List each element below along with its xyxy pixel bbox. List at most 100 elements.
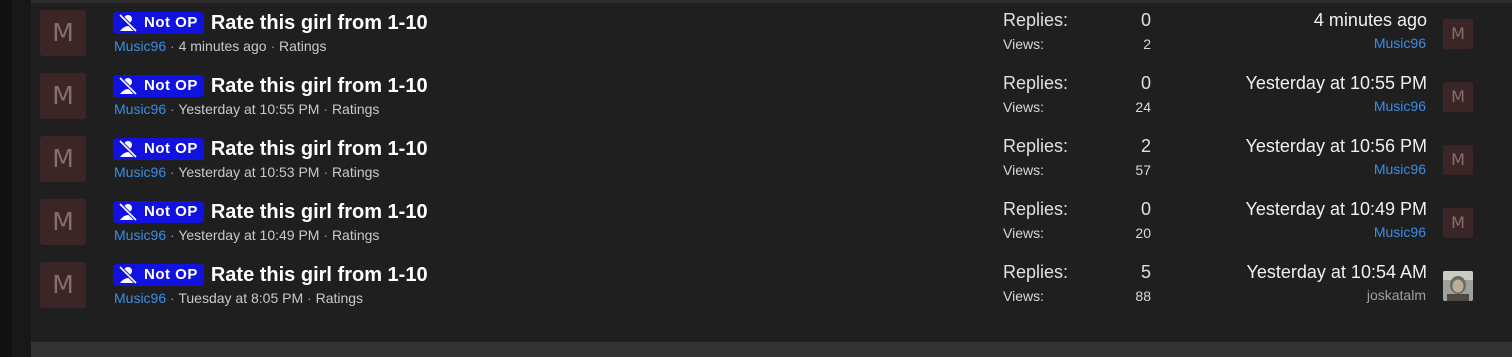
thread-title-link[interactable]: Rate this girl from 1-10	[211, 12, 428, 34]
last-poster-link[interactable]: Music96	[1374, 224, 1426, 240]
thread-title-line: Not OP Rate this girl from 1-10	[113, 75, 428, 101]
forum-link[interactable]: Ratings	[279, 38, 326, 54]
last-poster-avatar[interactable]: M	[1443, 19, 1473, 49]
replies-label: Replies:	[1003, 73, 1069, 93]
replies-count: 2	[1140, 136, 1151, 156]
views-label: Views:	[1003, 36, 1044, 52]
badge-label: Not OP	[144, 140, 198, 157]
separator: ·	[170, 164, 175, 180]
thread-meta: Music96 · Tuesday at 8:05 PM · Ratings	[114, 290, 363, 306]
author-link[interactable]: Music96	[114, 290, 166, 306]
forum-link[interactable]: Ratings	[316, 290, 363, 306]
separator: ·	[307, 290, 312, 306]
left-gutter	[0, 0, 12, 357]
last-post-time[interactable]: Yesterday at 10:49 PM	[1246, 199, 1427, 220]
thread-row: M Not OP Rate this girl from 1-10 Music9…	[31, 9, 1512, 72]
views-count: 88	[1135, 288, 1151, 304]
replies-label: Replies:	[1003, 199, 1069, 219]
posted-time[interactable]: Yesterday at 10:55 PM	[178, 101, 319, 117]
badge-label: Not OP	[144, 266, 198, 283]
last-poster-link[interactable]: Music96	[1374, 161, 1426, 177]
last-poster-avatar[interactable]: M	[1443, 145, 1473, 175]
last-poster-avatar[interactable]	[1443, 271, 1473, 301]
views-count: 24	[1135, 99, 1151, 115]
posted-time[interactable]: Yesterday at 10:49 PM	[178, 227, 319, 243]
author-link[interactable]: Music96	[114, 101, 166, 117]
last-post-time[interactable]: 4 minutes ago	[1314, 10, 1427, 31]
replies-label: Replies:	[1003, 136, 1069, 156]
last-poster-avatar[interactable]: M	[1443, 82, 1473, 112]
forum-link[interactable]: Ratings	[332, 227, 379, 243]
replies-count: 5	[1140, 262, 1151, 282]
thread-row: M Not OP Rate this girl from 1-10 Music9…	[31, 198, 1512, 261]
forum-link[interactable]: Ratings	[332, 164, 379, 180]
thread-title-line: Not OP Rate this girl from 1-10	[113, 201, 428, 227]
not-op-badge[interactable]: Not OP	[113, 264, 204, 286]
author-avatar[interactable]: M	[40, 136, 86, 182]
separator: ·	[170, 101, 175, 117]
replies-label: Replies:	[1003, 10, 1069, 30]
replies-count: 0	[1140, 73, 1151, 93]
last-post-time[interactable]: Yesterday at 10:54 AM	[1247, 262, 1427, 283]
author-link[interactable]: Music96	[114, 227, 166, 243]
separator: ·	[270, 38, 276, 54]
author-link[interactable]: Music96	[114, 38, 166, 54]
views-label: Views:	[1003, 288, 1044, 304]
thread-row: M Not OP Rate this girl from 1-10 Music9…	[31, 135, 1512, 198]
replies-count: 0	[1140, 10, 1151, 30]
replies-label: Replies:	[1003, 262, 1069, 282]
thread-title-link[interactable]: Rate this girl from 1-10	[211, 201, 428, 223]
separator: ·	[323, 101, 329, 117]
panel-footer	[31, 342, 1512, 357]
user-slash-icon	[117, 138, 139, 160]
thread-meta: Music96 · 4 minutes ago · Ratings	[114, 38, 326, 54]
thread-row: M Not OP Rate this girl from 1-10 Music9…	[31, 261, 1512, 324]
last-post-time[interactable]: Yesterday at 10:56 PM	[1246, 136, 1427, 157]
views-count: 2	[1143, 36, 1151, 52]
thread-title-link[interactable]: Rate this girl from 1-10	[211, 138, 428, 160]
badge-label: Not OP	[144, 77, 198, 94]
last-poster-avatar[interactable]: M	[1443, 208, 1473, 238]
thread-title-link[interactable]: Rate this girl from 1-10	[211, 264, 428, 286]
not-op-badge[interactable]: Not OP	[113, 75, 204, 97]
thread-list-panel: M Not OP Rate this girl from 1-10 Music9…	[31, 0, 1512, 357]
separator: ·	[323, 227, 329, 243]
user-slash-icon	[117, 12, 139, 34]
badge-label: Not OP	[144, 203, 198, 220]
replies-count: 0	[1140, 199, 1151, 219]
separator: ·	[170, 227, 175, 243]
author-avatar[interactable]: M	[40, 73, 86, 119]
views-count: 20	[1135, 225, 1151, 241]
last-poster-link[interactable]: Music96	[1374, 98, 1426, 114]
thread-row: M Not OP Rate this girl from 1-10 Music9…	[31, 72, 1512, 135]
thread-title-link[interactable]: Rate this girl from 1-10	[211, 75, 428, 97]
author-avatar[interactable]: M	[40, 10, 86, 56]
views-count: 57	[1135, 162, 1151, 178]
posted-time[interactable]: Yesterday at 10:53 PM	[178, 164, 319, 180]
posted-time[interactable]: 4 minutes ago	[179, 38, 267, 54]
not-op-badge[interactable]: Not OP	[113, 12, 204, 34]
thread-meta: Music96 · Yesterday at 10:49 PM · Rating…	[114, 227, 379, 243]
last-poster-link[interactable]: joskatalm	[1367, 287, 1426, 303]
photo-avatar-icon	[1443, 271, 1473, 301]
forum-link[interactable]: Ratings	[332, 101, 379, 117]
author-link[interactable]: Music96	[114, 164, 166, 180]
author-avatar[interactable]: M	[40, 199, 86, 245]
views-label: Views:	[1003, 162, 1044, 178]
separator: ·	[170, 38, 175, 54]
separator: ·	[170, 290, 175, 306]
thread-meta: Music96 · Yesterday at 10:53 PM · Rating…	[114, 164, 379, 180]
not-op-badge[interactable]: Not OP	[113, 138, 204, 160]
user-slash-icon	[117, 264, 139, 286]
last-post-time[interactable]: Yesterday at 10:55 PM	[1246, 73, 1427, 94]
author-avatar[interactable]: M	[40, 262, 86, 308]
thread-title-line: Not OP Rate this girl from 1-10	[113, 138, 428, 164]
panel-divider	[31, 0, 1512, 3]
last-poster-link[interactable]: Music96	[1374, 35, 1426, 51]
not-op-badge[interactable]: Not OP	[113, 201, 204, 223]
posted-time[interactable]: Tuesday at 8:05 PM	[178, 290, 303, 306]
thread-meta: Music96 · Yesterday at 10:55 PM · Rating…	[114, 101, 379, 117]
views-label: Views:	[1003, 99, 1044, 115]
thread-title-line: Not OP Rate this girl from 1-10	[113, 12, 428, 38]
user-slash-icon	[117, 75, 139, 97]
